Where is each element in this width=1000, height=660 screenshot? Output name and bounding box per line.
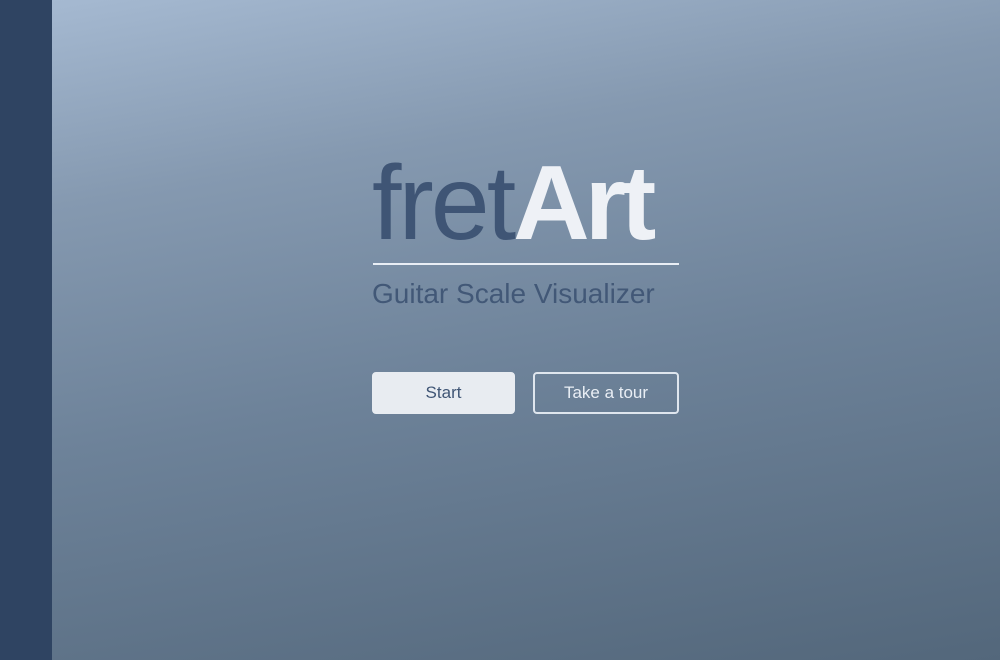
app-window: fretArt Guitar Scale Visualizer Start Ta… [0,0,1000,660]
logo-text-art: Art [513,144,656,262]
start-button[interactable]: Start [372,372,515,414]
app-tagline: Guitar Scale Visualizer [372,278,655,309]
logo-text-fret: fret [372,144,516,262]
sidebar [0,0,52,660]
app-logo: fretArt [372,148,682,258]
main-panel: fretArt Guitar Scale Visualizer Start Ta… [52,0,1000,660]
logo-wordmark: fretArt [372,148,656,258]
take-tour-button[interactable]: Take a tour [533,372,679,414]
logo-divider [373,263,679,265]
